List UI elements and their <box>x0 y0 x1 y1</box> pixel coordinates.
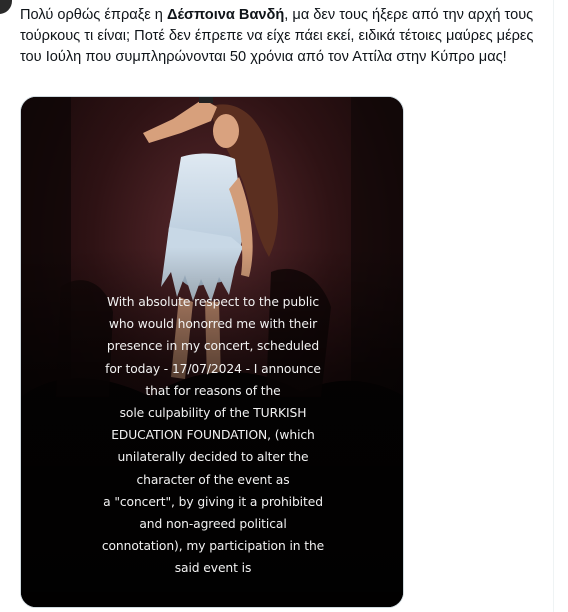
tweet-media-image[interactable]: With absolute respect to the public who w… <box>20 96 404 608</box>
mentioned-name: Δέσποινα Βανδή <box>166 7 285 23</box>
statement-line: With absolute respect to the public <box>106 295 320 309</box>
tweet-screenshot: Πολύ ορθώς έπραξε η Δέσποινα Βανδή, μα δ… <box>0 0 568 612</box>
statement-line: and non-agreed political <box>139 517 287 532</box>
statement-line: sole culpability of the TURKISH <box>119 406 307 421</box>
tweet-text-start: Πολύ ορθώς έπραξε η <box>20 7 167 23</box>
tweet-text: Πολύ ορθώς έπραξε η Δέσποινα Βανδή, μα δ… <box>20 5 548 68</box>
statement-line: said event is <box>174 561 252 576</box>
statement-line: who would honorred me with their <box>108 317 318 332</box>
statement-line: connotation), my participation in the <box>101 539 325 554</box>
statement-line: EDUCATION FOUNDATION, (which <box>111 428 315 443</box>
statement-line: that for reasons of the <box>145 383 281 398</box>
statement-line: unilaterally decided to alter the <box>117 450 309 465</box>
statement-overlay-text: With absolute respect to the public who w… <box>21 291 403 580</box>
statement-line: a "concert", by giving it a prohibited <box>103 494 323 509</box>
timeline-divider <box>553 0 554 612</box>
statement-line: for today - 17/07/2024 - I announce <box>105 361 321 376</box>
statement-line: character of the event as <box>136 472 290 487</box>
avatar[interactable] <box>0 0 12 14</box>
statement-line: presence in my concert, scheduled <box>106 339 320 354</box>
